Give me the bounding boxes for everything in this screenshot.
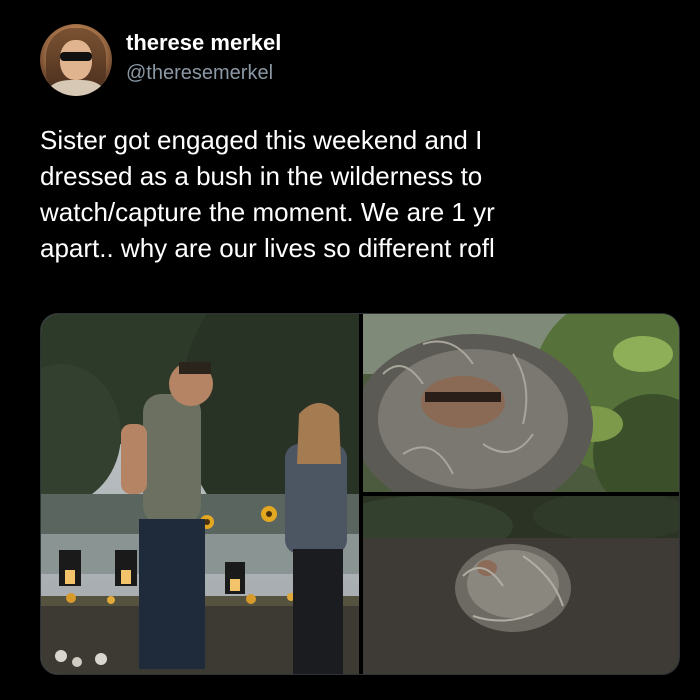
proposal-photo[interactable] bbox=[41, 314, 359, 674]
tweet-media-grid bbox=[40, 313, 680, 675]
tweet-text-line: apart.. why are our lives so different r… bbox=[40, 233, 495, 263]
avatar-body bbox=[48, 80, 104, 96]
author-handle[interactable]: @theresemerkel bbox=[126, 62, 273, 85]
bush-costume-ground-photo[interactable] bbox=[363, 496, 679, 674]
avatar-sunglasses bbox=[60, 52, 92, 61]
bush-costume-selfie-photo[interactable] bbox=[363, 314, 679, 492]
author-avatar[interactable] bbox=[40, 24, 112, 96]
tweet-text-line: Sister got engaged this weekend and I bbox=[40, 125, 483, 155]
tweet-text-line: dressed as a bush in the wilderness to bbox=[40, 161, 483, 191]
author-display-name[interactable]: therese merkel bbox=[126, 30, 281, 56]
tweet-text: Sister got engaged this weekend and I dr… bbox=[40, 122, 660, 266]
tweet-text-line: watch/capture the moment. We are 1 yr bbox=[40, 197, 495, 227]
